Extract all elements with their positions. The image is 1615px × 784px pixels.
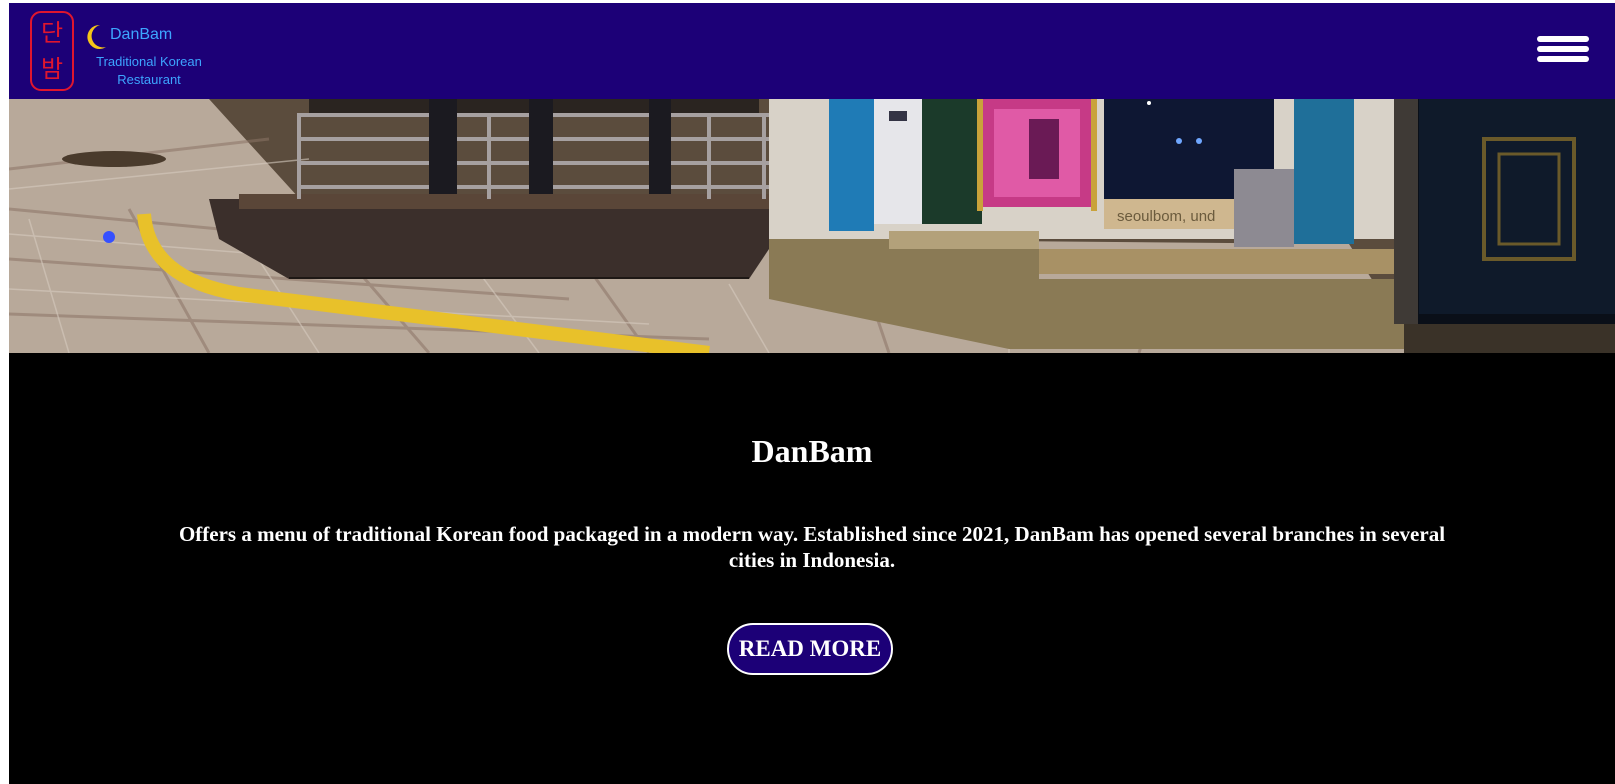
description-text: Offers a menu of traditional Korean food… (178, 522, 1446, 572)
brand-name: DanBam (110, 26, 173, 43)
brand-tagline: Traditional Korean Restaurant (96, 54, 202, 87)
page: 단 밤 DanBam Traditional Korean Restaurant (9, 3, 1615, 784)
navbar: 단 밤 DanBam Traditional Korean Restaurant (9, 3, 1615, 99)
logo[interactable]: 단 밤 DanBam Traditional Korean Restaurant (30, 11, 230, 93)
hamburger-menu-icon[interactable] (1537, 36, 1589, 70)
storefront-sign-text: seoulbom, und (1117, 208, 1215, 225)
hangul-char-top: 단 (40, 19, 64, 47)
hero-image: seoulbom, und (9, 99, 1615, 353)
hangul-logo-mark: 단 밤 (30, 11, 74, 91)
hangul-char-bottom: 밤 (40, 55, 64, 83)
storefront-photo: seoulbom, und (9, 99, 1615, 353)
crescent-moon-icon (87, 24, 106, 49)
page-title: DanBam (751, 433, 873, 469)
read-more-button[interactable]: READ MORE (727, 623, 893, 675)
